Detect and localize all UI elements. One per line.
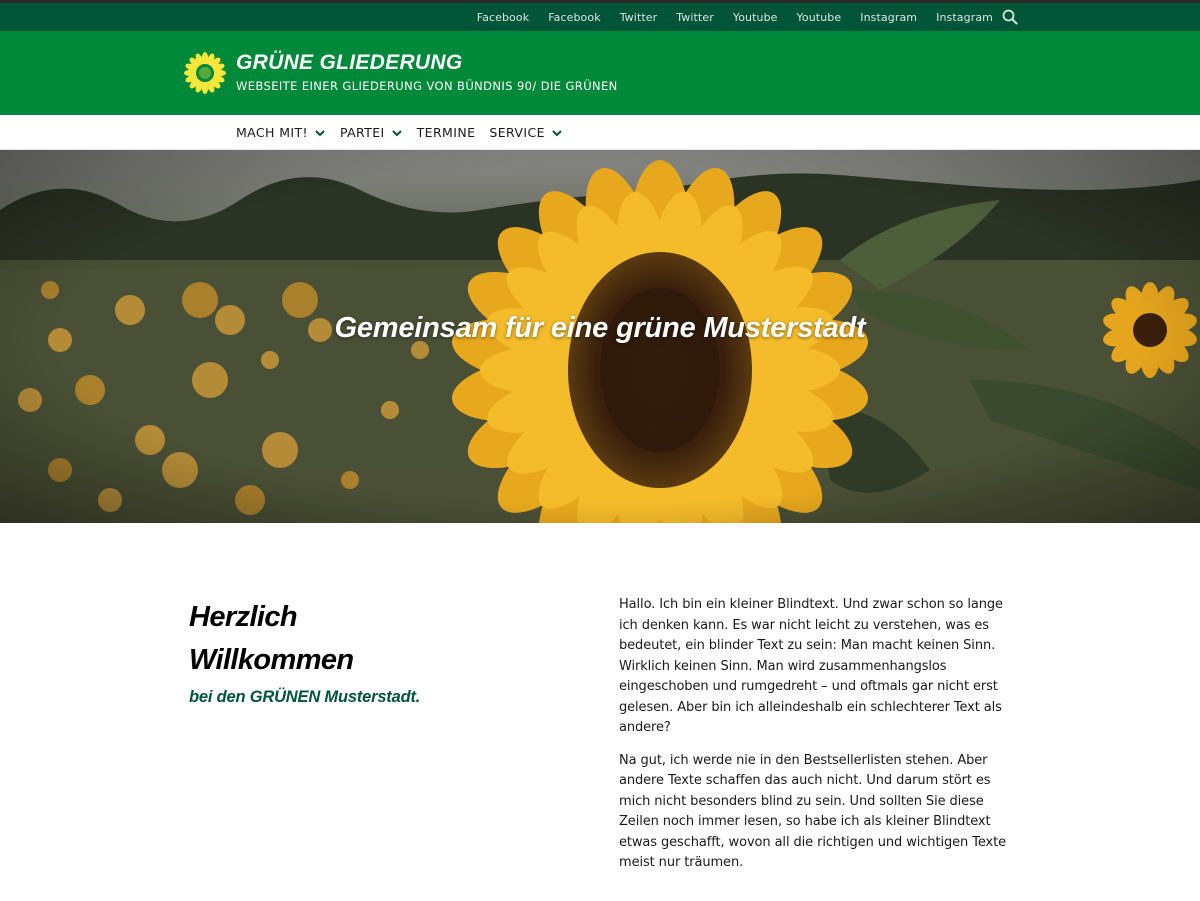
social-link-youtube[interactable]: Youtube (797, 11, 842, 24)
welcome-heading: Herzlich Willkommen (189, 596, 529, 682)
hero-banner: Gemeinsam für eine grüne Musterstadt (0, 150, 1200, 523)
intro-paragraph: Na gut, ich werde nie in den Bestsellerl… (619, 752, 1006, 871)
welcome-heading-line2: Willkommen (189, 644, 354, 676)
social-link-twitter[interactable]: Twitter (620, 11, 658, 24)
main-navigation: MACH MIT! PARTEI TERMINE SERVICE (0, 115, 1200, 150)
nav-item-label: PARTEI (339, 125, 385, 140)
intro-paragraph: Hallo. Ich bin ein kleiner Blindtext. Un… (619, 597, 1003, 735)
welcome-heading-line1: Herzlich (189, 601, 298, 633)
nav-list: MACH MIT! PARTEI TERMINE SERVICE (236, 115, 577, 150)
welcome-subtitle: bei den GRÜNEN Musterstadt. (189, 688, 421, 706)
social-link-facebook[interactable]: Facebook (477, 11, 530, 24)
social-link-instagram[interactable]: Instagram (860, 11, 917, 24)
chevron-down-icon[interactable] (551, 127, 563, 139)
social-link-twitter[interactable]: Twitter (676, 11, 714, 24)
social-link-instagram[interactable]: Instagram (936, 11, 993, 24)
chevron-down-icon[interactable] (314, 127, 326, 139)
social-link-facebook[interactable]: Facebook (548, 11, 601, 24)
nav-item-label: MACH MIT! (236, 125, 308, 140)
hero-title: Gemeinsam für eine grüne Musterstadt (334, 312, 866, 344)
social-links: Facebook Facebook Twitter Twitter Youtube You… (458, 3, 993, 31)
site-subtitle: WEBSEITE EINER GLIEDERUNG VON BÜNDNIS 90… (236, 79, 618, 93)
sunflower-icon[interactable] (183, 51, 227, 95)
nav-item-service[interactable]: SERVICE (489, 125, 563, 140)
site-title[interactable]: GRÜNE GLIEDERUNG (236, 51, 462, 75)
intro-text: Hallo. Ich bin ein kleiner Blindtext. Un… (619, 595, 1019, 886)
site-header: GRÜNE GLIEDERUNG WEBSEITE EINER GLIEDERU… (0, 31, 1200, 115)
welcome-block: Herzlich Willkommen bei den GRÜNEN Muste… (189, 596, 529, 707)
nav-item-partei[interactable]: PARTEI (340, 125, 403, 140)
nav-item-mach-mit[interactable]: MACH MIT! (236, 125, 326, 140)
social-bar: Facebook Facebook Twitter Twitter Youtube You… (0, 3, 1200, 31)
nav-item-label: TERMINE (416, 125, 476, 140)
social-link-youtube[interactable]: Youtube (733, 11, 778, 24)
chevron-down-icon[interactable] (391, 127, 403, 139)
nav-item-label: SERVICE (489, 125, 545, 140)
nav-item-termine[interactable]: TERMINE (417, 125, 476, 140)
search-icon[interactable] (1002, 9, 1018, 25)
